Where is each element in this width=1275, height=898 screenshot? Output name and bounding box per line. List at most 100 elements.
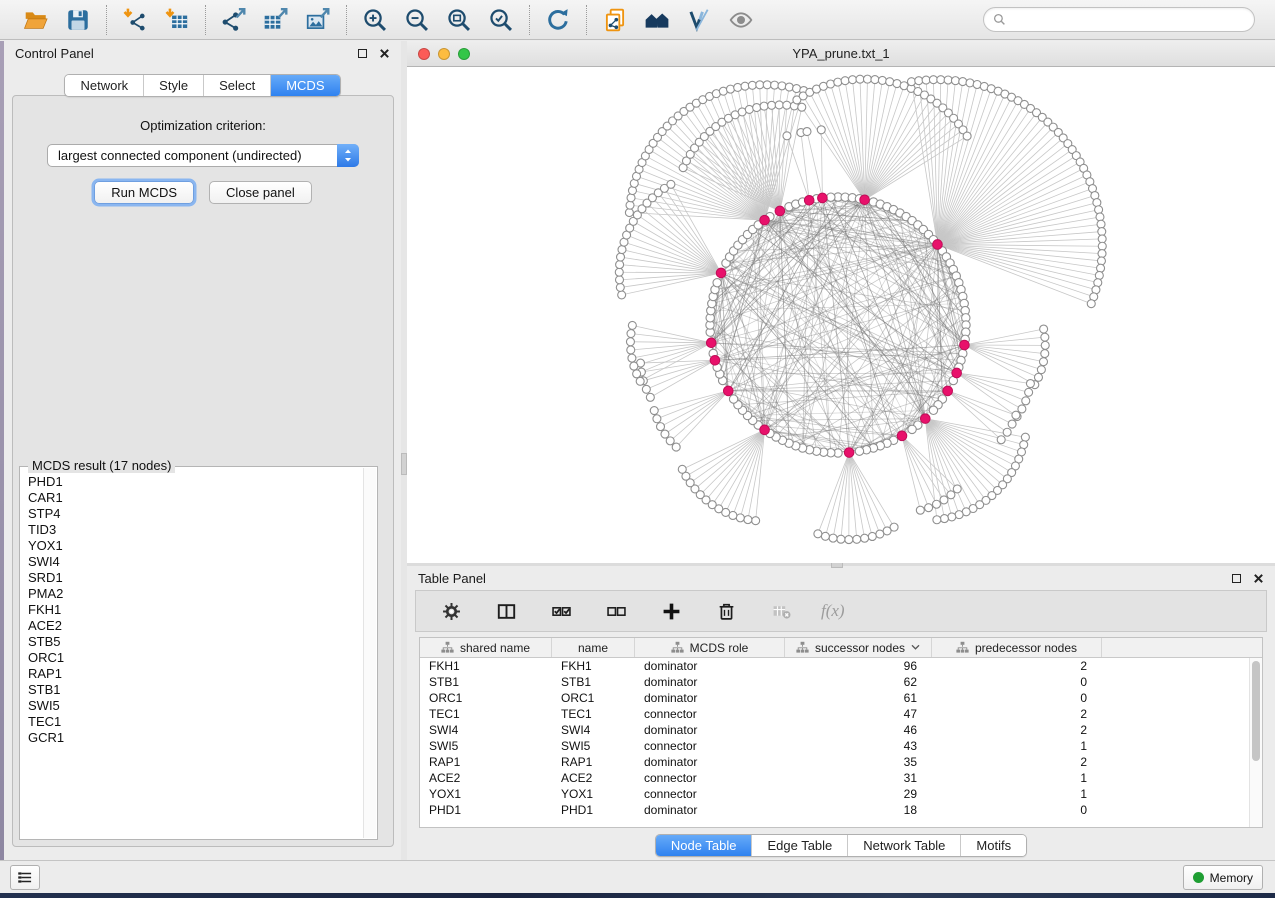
zoom-in-button[interactable] (360, 5, 390, 35)
cell: FKH1 (420, 658, 552, 674)
export-network-button[interactable] (219, 5, 249, 35)
network-view-window: YPA_prune.txt_1 (407, 41, 1275, 563)
refresh-view-button[interactable] (543, 5, 573, 35)
float-panel-icon[interactable] (358, 49, 367, 58)
table-row[interactable]: RAP1RAP1dominator352 (420, 754, 1262, 770)
column-header-successor-nodes[interactable]: successor nodes (785, 638, 932, 657)
mcds-result-item[interactable]: ACE2 (28, 618, 362, 634)
list-icon (17, 869, 33, 886)
clone-network-button[interactable] (600, 5, 630, 35)
toggle-preview-button[interactable] (726, 5, 756, 35)
add-column-button[interactable] (656, 596, 686, 626)
table-row[interactable]: SWI4SWI4dominator462 (420, 722, 1262, 738)
mcds-result-item[interactable]: SRD1 (28, 570, 362, 586)
add-column-icon (662, 602, 681, 621)
column-header-predecessor-nodes[interactable]: predecessor nodes (932, 638, 1102, 657)
run-mcds-button[interactable]: Run MCDS (94, 181, 194, 204)
zoom-out-button[interactable] (402, 5, 432, 35)
deselect-all-columns-button[interactable] (601, 596, 631, 626)
cell: ACE2 (420, 770, 552, 786)
column-header-name[interactable]: name (552, 638, 635, 657)
search-box[interactable] (983, 7, 1255, 32)
mcds-result-item[interactable]: STP4 (28, 506, 362, 522)
mcds-result-item[interactable]: PHD1 (28, 474, 362, 490)
float-table-panel-icon[interactable] (1232, 574, 1241, 583)
close-panel-icon[interactable] (379, 48, 390, 59)
zoom-fit-button[interactable] (444, 5, 474, 35)
mcds-result-item[interactable]: CAR1 (28, 490, 362, 506)
save-session-button[interactable] (63, 5, 93, 35)
mcds-result-item[interactable]: STB1 (28, 682, 362, 698)
status-bar: Memory (0, 860, 1275, 893)
tab-network[interactable]: Network (65, 75, 143, 96)
sort-desc-icon (911, 644, 920, 651)
tab-mcds[interactable]: MCDS (270, 75, 339, 96)
close-window-icon[interactable] (418, 48, 430, 60)
maximize-window-icon[interactable] (458, 48, 470, 60)
table-row[interactable]: ORC1ORC1dominator610 (420, 690, 1262, 706)
minimize-window-icon[interactable] (438, 48, 450, 60)
import-table-button[interactable] (162, 5, 192, 35)
network-canvas[interactable] (407, 67, 1275, 563)
tab-select[interactable]: Select (203, 75, 270, 96)
table-row[interactable]: SWI5SWI5connector431 (420, 738, 1262, 754)
table-row[interactable]: FKH1FKH1dominator962 (420, 658, 1262, 674)
result-list-scrollbar[interactable] (363, 468, 376, 838)
cell: TEC1 (552, 706, 635, 722)
table-row[interactable]: STB1STB1dominator620 (420, 674, 1262, 690)
mcds-result-item[interactable]: PMA2 (28, 586, 362, 602)
split-table-button[interactable] (491, 596, 521, 626)
split-table-icon (497, 602, 516, 621)
cell: dominator (635, 754, 785, 770)
open-file-button[interactable] (21, 5, 51, 35)
column-label: successor nodes (815, 641, 905, 655)
cell: 1 (932, 786, 1102, 802)
mcds-result-item[interactable]: FKH1 (28, 602, 362, 618)
mcds-result-item[interactable]: SWI5 (28, 698, 362, 714)
table-row[interactable]: PHD1PHD1dominator180 (420, 802, 1262, 818)
cell: FKH1 (552, 658, 635, 674)
column-header-shared-name[interactable]: shared name (420, 638, 552, 657)
cell: RAP1 (552, 754, 635, 770)
cell: PHD1 (552, 802, 635, 818)
criterion-dropdown[interactable]: largest connected component (undirected) (47, 144, 359, 167)
search-input[interactable] (1011, 11, 1245, 28)
zoom-in-icon (362, 7, 388, 33)
zoom-selected-button[interactable] (486, 5, 516, 35)
export-image-button[interactable] (303, 5, 333, 35)
table-scrollbar[interactable] (1249, 658, 1262, 827)
mcds-result-item[interactable]: TEC1 (28, 714, 362, 730)
mcds-result-item[interactable]: YOX1 (28, 538, 362, 554)
delete-column-button[interactable] (711, 596, 741, 626)
control-panel-tabs: NetworkStyleSelectMCDS (64, 74, 340, 97)
table-row[interactable]: TEC1TEC1connector472 (420, 706, 1262, 722)
task-history-button[interactable] (10, 865, 40, 890)
table-scrollbar-thumb[interactable] (1252, 661, 1260, 761)
mcds-result-item[interactable]: STB5 (28, 634, 362, 650)
mcds-result-item[interactable]: RAP1 (28, 666, 362, 682)
close-panel-button[interactable]: Close panel (209, 181, 312, 204)
column-settings-button[interactable] (436, 596, 466, 626)
mcds-result-item[interactable]: TID3 (28, 522, 362, 538)
tab-style[interactable]: Style (143, 75, 203, 96)
tab-node-table[interactable]: Node Table (656, 835, 752, 856)
select-all-columns-button[interactable] (546, 596, 576, 626)
show-all-networks-button[interactable] (642, 5, 672, 35)
tab-motifs[interactable]: Motifs (960, 835, 1026, 856)
tab-edge-table[interactable]: Edge Table (751, 835, 847, 856)
column-header-MCDS-role[interactable]: MCDS role (635, 638, 785, 657)
mcds-result-group: MCDS result (17 nodes) PHD1CAR1STP4TID3Y… (19, 466, 378, 840)
cell: ORC1 (420, 690, 552, 706)
table-row[interactable]: YOX1YOX1connector291 (420, 786, 1262, 802)
memory-button[interactable]: Memory (1183, 865, 1263, 890)
table-row[interactable]: ACE2ACE2connector311 (420, 770, 1262, 786)
import-network-button[interactable] (120, 5, 150, 35)
tab-network-table[interactable]: Network Table (847, 835, 960, 856)
mcds-result-item[interactable]: ORC1 (28, 650, 362, 666)
mcds-result-item[interactable]: SWI4 (28, 554, 362, 570)
toggle-vizmapper-button[interactable] (684, 5, 714, 35)
close-table-panel-icon[interactable] (1253, 573, 1264, 584)
mcds-result-item[interactable]: GCR1 (28, 730, 362, 746)
export-table-button[interactable] (261, 5, 291, 35)
cell: 29 (785, 786, 932, 802)
